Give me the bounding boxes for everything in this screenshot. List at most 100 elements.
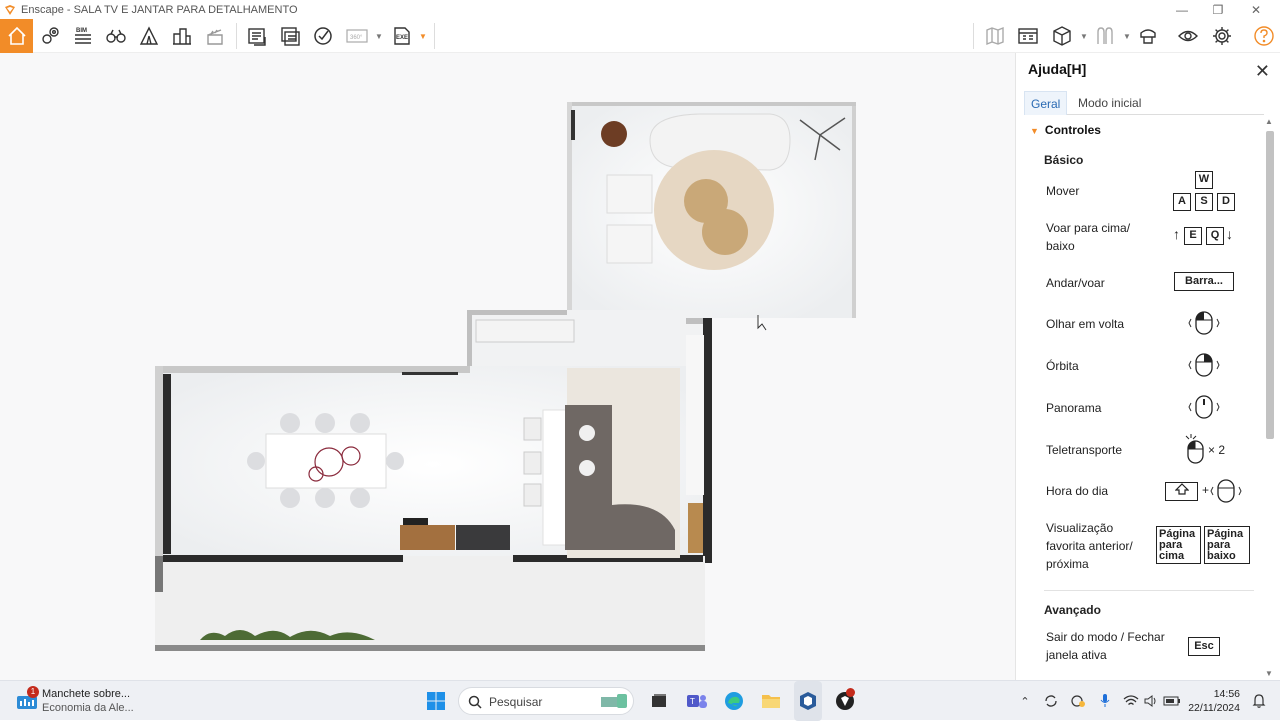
tab-modo-inicial[interactable]: Modo inicial (1072, 91, 1147, 115)
search-highlight-icon (601, 694, 627, 708)
buildings-button[interactable] (166, 19, 198, 53)
microphone-tray-button[interactable] (1096, 681, 1114, 721)
onedrive-icon (1071, 695, 1085, 707)
help-scrollbar[interactable]: ▲ ▼ (1263, 115, 1277, 680)
window-title: Enscape - SALA TV E JANTAR PARA DETALHAM… (21, 3, 298, 16)
control-label-fly: Voar para cima/ baixo (1046, 221, 1131, 253)
enscape-taskbar-button[interactable] (832, 681, 858, 721)
control-label-orbit: Órbita (1046, 359, 1079, 373)
volume-tray-button[interactable] (1142, 681, 1160, 721)
file-explorer-button[interactable] (758, 681, 784, 721)
left-mouse-button-icon (1188, 311, 1220, 335)
sketchup-button[interactable] (794, 681, 822, 721)
scroll-up-arrow-icon[interactable]: ▲ (1265, 117, 1273, 126)
exe-export-button[interactable]: EXE (386, 19, 418, 53)
double-click-mouse-icon (1185, 434, 1204, 464)
collapse-toolbar-chevron-icon[interactable]: ^ (632, 53, 638, 55)
materials-dropdown-caret[interactable]: ▼ (1123, 32, 1131, 41)
floor-plan-render (155, 102, 856, 651)
control-label-exit-mode: Sair do modo / Fechar janela ativa (1046, 630, 1165, 662)
news-widget[interactable]: Manchete sobre... Economia da Ale... (42, 687, 134, 715)
video-editor-button[interactable] (199, 19, 231, 53)
scrollbar-thumb[interactable] (1266, 131, 1274, 439)
windows-start-icon (427, 692, 445, 710)
settings-button[interactable] (1206, 19, 1238, 53)
asset-library-button[interactable] (1012, 19, 1044, 53)
arrow-down-icon: ↓ (1226, 226, 1233, 242)
render-viewport[interactable]: ^ (0, 53, 1015, 680)
exe-dropdown-caret[interactable]: ▼ (419, 32, 427, 41)
tab-geral[interactable]: Geral (1024, 91, 1068, 115)
batch-render-icon (281, 27, 300, 46)
maximize-button[interactable]: ❐ (1200, 0, 1236, 19)
panorama-360-button[interactable]: 360° (341, 19, 373, 53)
key-q: Q (1206, 227, 1224, 245)
windows-taskbar: 1 Manchete sobre... Economia da Ale... P… (0, 680, 1280, 721)
panorama-dropdown-caret[interactable]: ▼ (375, 32, 383, 41)
teams-button[interactable]: T (684, 681, 710, 721)
visibility-icon (1178, 30, 1198, 42)
control-label-mover: Mover (1046, 184, 1080, 198)
key-page-up: Página para cima (1156, 526, 1201, 564)
clock-date: 22/11/2024 (1188, 702, 1240, 714)
export-video-button[interactable] (307, 19, 339, 53)
clock-time: 14:56 (1213, 688, 1240, 700)
start-button[interactable] (423, 681, 449, 721)
scroll-mouse-icon (1210, 479, 1242, 503)
help-panel: Ajuda[H] ✕ Geral Modo inicial ▲ ▼ ▼ Contr… (1015, 53, 1280, 680)
scroll-down-arrow-icon[interactable]: ▼ (1265, 669, 1273, 678)
sync-tray-button[interactable] (1042, 681, 1060, 721)
wifi-icon (1123, 695, 1139, 705)
walk-mode-button[interactable] (100, 19, 132, 53)
cube-dropdown-caret[interactable]: ▼ (1080, 32, 1088, 41)
home-button[interactable] (0, 19, 33, 53)
controls-section-header[interactable]: ▼ Controles (1030, 123, 1101, 137)
key-shift (1165, 482, 1198, 501)
close-icon[interactable]: ✕ (1255, 61, 1270, 82)
collaboration-button[interactable] (1132, 19, 1164, 53)
onedrive-tray-button[interactable] (1069, 681, 1087, 721)
file-explorer-icon (762, 695, 780, 708)
export-video-icon (314, 27, 332, 45)
volume-icon (1144, 695, 1156, 707)
atmosphere-button[interactable] (133, 19, 165, 53)
chevron-up-icon[interactable]: ⌃ (1017, 681, 1033, 721)
control-label-time-of-day: Hora do dia (1046, 484, 1109, 498)
taskbar-search-box[interactable]: Pesquisar (458, 687, 634, 715)
help-button[interactable] (1248, 19, 1280, 53)
close-window-button[interactable]: ✕ (1238, 0, 1274, 19)
task-view-button[interactable] (646, 681, 672, 721)
search-icon (468, 695, 482, 709)
bim-icon: BIM (75, 28, 91, 44)
key-w: W (1195, 171, 1213, 189)
middle-mouse-button-icon (1188, 395, 1220, 419)
edge-button[interactable] (721, 681, 747, 721)
visibility-button[interactable] (1172, 19, 1204, 53)
control-label-favorite-view: Visualização favorita anterior/ próxima (1046, 521, 1133, 571)
arrow-up-icon: ↑ (1173, 226, 1180, 242)
right-mouse-button-icon (1188, 353, 1220, 377)
key-page-down: Página para baixo (1204, 526, 1250, 564)
screenshot-button[interactable] (241, 19, 273, 53)
home-icon (7, 26, 26, 45)
views-button[interactable] (34, 19, 66, 53)
title-bar: Enscape - SALA TV E JANTAR PARA DETALHAM… (0, 0, 1280, 19)
cube-button[interactable] (1046, 19, 1078, 53)
control-label-teleport: Teletransporte (1046, 443, 1123, 457)
battery-tray-button[interactable] (1162, 681, 1182, 721)
minimize-button[interactable]: — (1164, 0, 1200, 19)
clapper-icon (207, 29, 223, 45)
microphone-icon (1100, 694, 1110, 707)
taskbar-clock[interactable]: 14:56 22/11/2024 (1188, 687, 1240, 715)
panorama-360-icon: 360° (346, 29, 368, 43)
wifi-tray-button[interactable] (1122, 681, 1140, 721)
bim-button[interactable]: BIM (67, 19, 99, 53)
map-button[interactable] (979, 19, 1011, 53)
key-spacebar: Barra... (1174, 272, 1234, 291)
materials-button[interactable] (1089, 19, 1121, 53)
control-label-walk-fly: Andar/voar (1046, 276, 1105, 290)
batch-render-button[interactable] (274, 19, 306, 53)
tent-icon (139, 26, 159, 45)
bell-icon (1252, 694, 1266, 708)
notifications-button[interactable] (1250, 681, 1268, 721)
